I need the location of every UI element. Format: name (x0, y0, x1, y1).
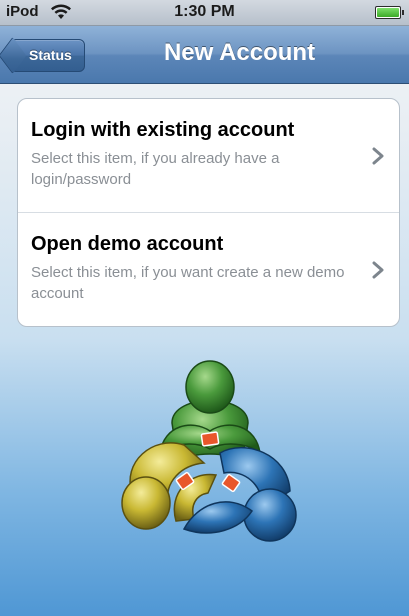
chevron-right-icon (372, 261, 384, 279)
back-button-label: Status (29, 47, 72, 63)
battery-icon (375, 6, 404, 19)
open-demo-account-item[interactable]: Open demo account Select this item, if y… (18, 213, 399, 326)
clock-label: 1:30 PM (174, 3, 235, 20)
navigation-bar: Status New Account (0, 26, 409, 84)
list-item-title: Open demo account (31, 233, 224, 255)
battery-level (377, 8, 399, 17)
list-item-subtitle: Select this item, if you already have a … (31, 150, 280, 188)
back-button[interactable]: Status (10, 39, 85, 72)
chevron-right-icon (372, 147, 384, 165)
status-bar: iPod 1:30 PM (0, 0, 409, 26)
account-options-list: Login with existing account Select this … (17, 98, 400, 327)
page-title: New Account (163, 39, 316, 66)
list-item-title: Login with existing account (31, 119, 295, 141)
app-screen: iPod 1:30 PM Status New Account Login wi… (0, 0, 409, 616)
metatrader-logo (121, 360, 297, 542)
list-item-subtitle: Select this item, if you want create a n… (31, 264, 345, 302)
login-existing-account-item[interactable]: Login with existing account Select this … (18, 99, 399, 213)
